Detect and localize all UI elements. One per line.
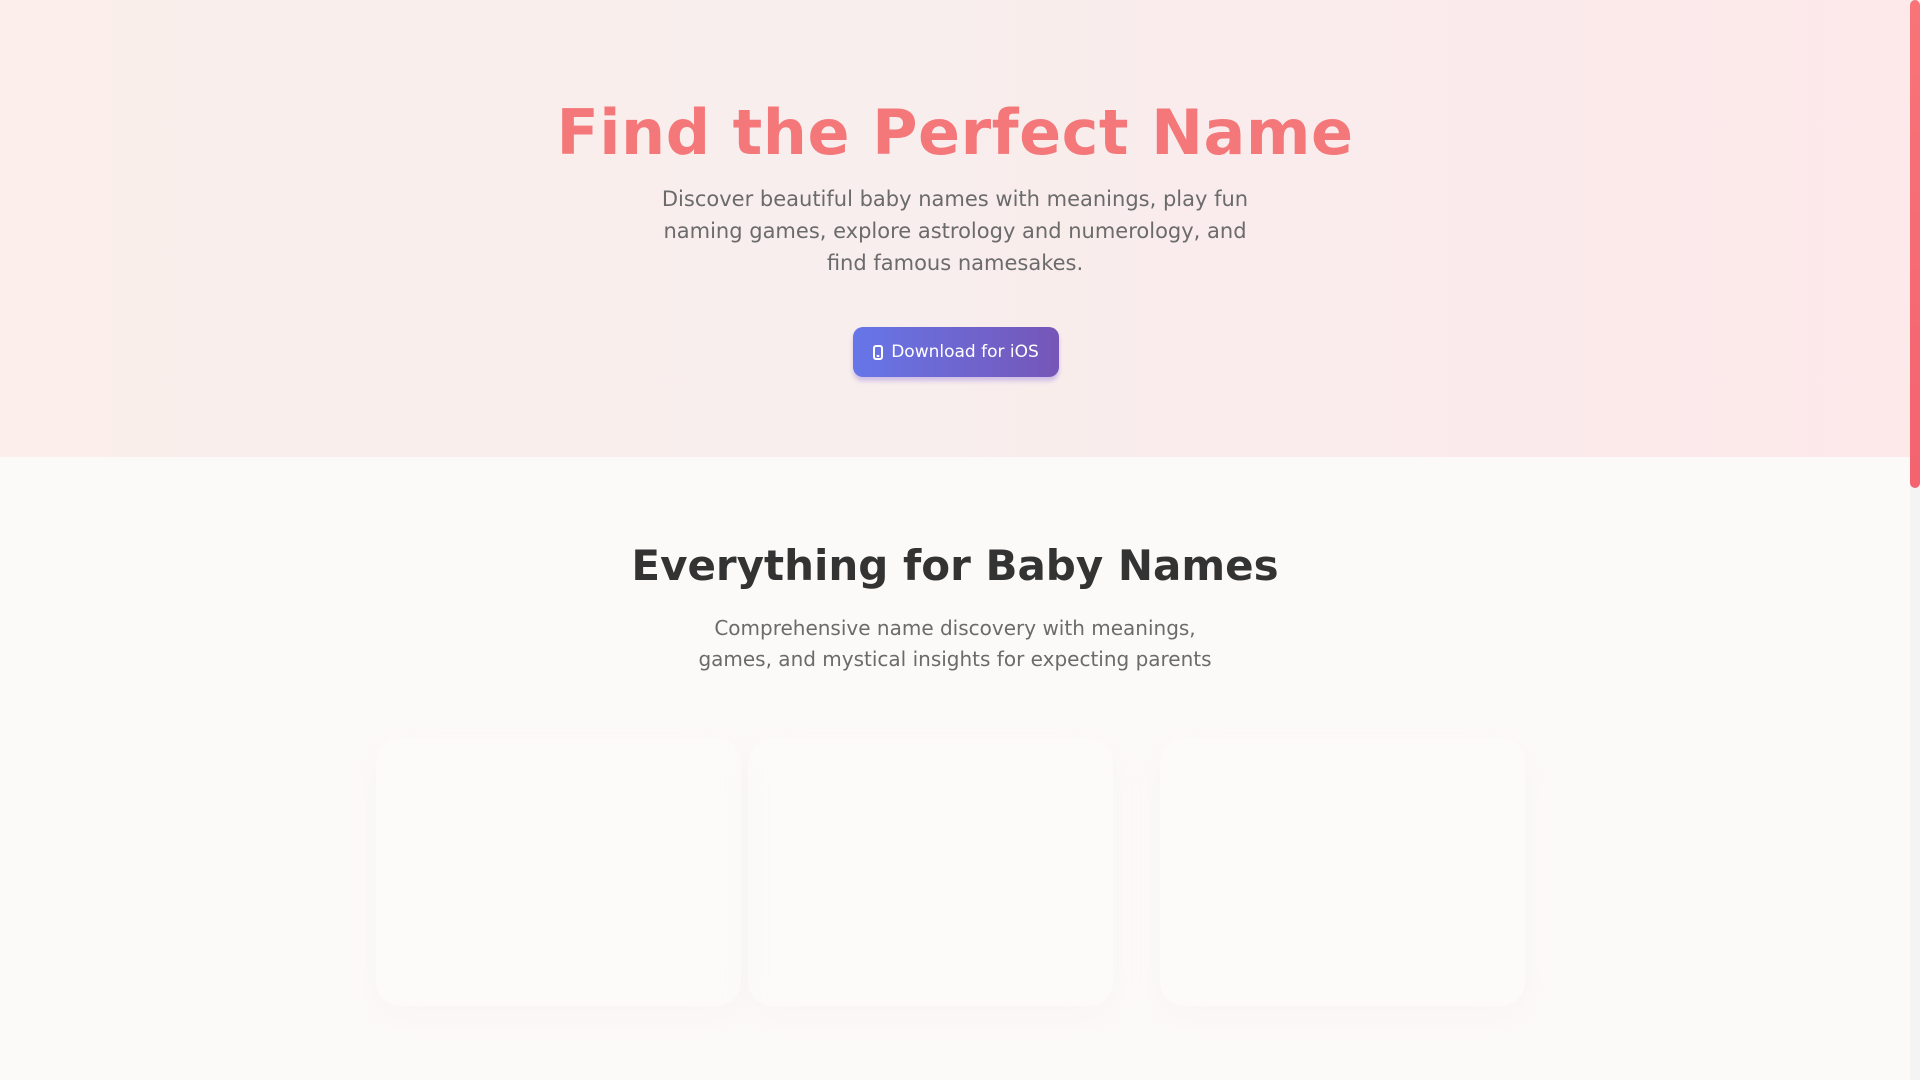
features-subtitle: Comprehensive name discovery with meanin… (698, 616, 1212, 671)
hero-section: Find the Perfect Name Discover beautiful… (0, 0, 1910, 457)
features-title: Everything for Baby Names (631, 541, 1279, 590)
feature-card (376, 738, 741, 1006)
feature-card (1160, 738, 1525, 1006)
phone-icon (873, 344, 884, 360)
features-section: Everything for Baby Names Comprehensive … (0, 457, 1910, 1080)
download-ios-label: Download for iOS (891, 342, 1039, 362)
page-content: Find the Perfect Name Discover beautiful… (0, 0, 1910, 1080)
landing-page: Find the Perfect Name Discover beautiful… (0, 0, 1920, 1080)
vertical-scrollbar[interactable] (1910, 0, 1920, 1080)
feature-card (748, 738, 1113, 1006)
vertical-scrollbar-thumb[interactable] (1910, 0, 1920, 488)
download-ios-button[interactable]: Download for iOS (853, 327, 1059, 377)
feature-card-grid (376, 738, 1526, 1026)
hero-title: Find the Perfect Name (556, 96, 1354, 169)
hero-subtitle: Discover beautiful baby names with meani… (661, 187, 1249, 275)
